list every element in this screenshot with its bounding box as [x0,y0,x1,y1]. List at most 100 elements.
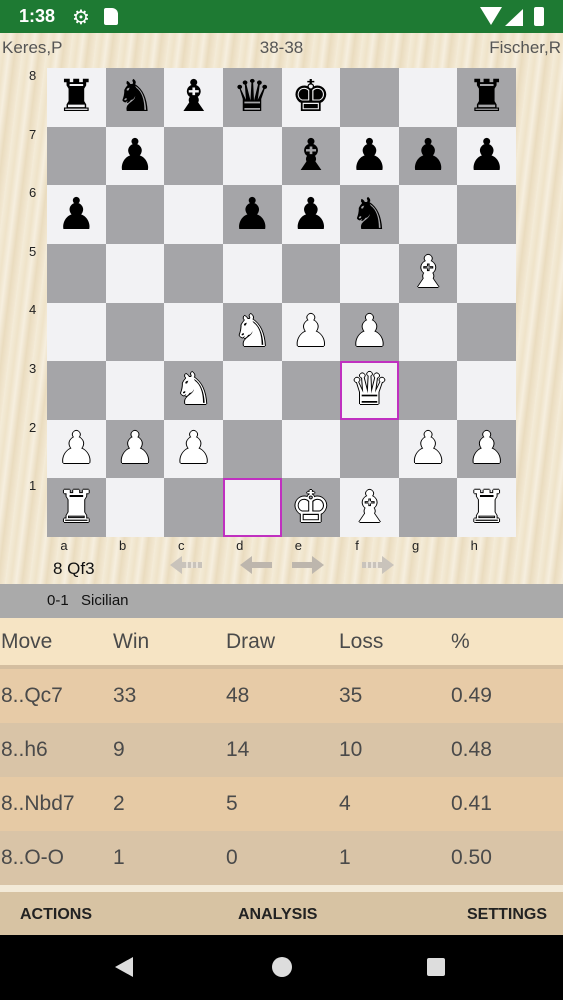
square-b8[interactable]: ♞ [105,68,165,127]
square-d4[interactable]: ♞ [222,302,282,362]
table-row[interactable]: 8..O-O 1 0 1 0.50 [0,831,563,885]
square-h2[interactable]: ♟ [457,419,516,479]
black-bishop-icon[interactable]: ♝ [174,75,213,119]
square-d8[interactable]: ♛ [222,68,282,127]
white-knight-icon[interactable]: ♞ [232,309,271,354]
square-a5[interactable] [47,243,106,303]
square-f5[interactable] [340,243,399,303]
white-bishop-icon[interactable]: ♝ [408,251,447,295]
black-rook-icon[interactable]: ♜ [467,75,506,119]
black-pawn-icon[interactable]: ♟ [232,192,271,237]
square-a3[interactable] [47,361,106,420]
black-pawn-icon[interactable]: ♟ [291,192,330,237]
square-g7[interactable]: ♟ [398,126,458,186]
square-c1[interactable] [164,478,223,537]
chess-board[interactable]: ♜ ♞ ♝ ♛ ♚ ♜ ♟ ♝ ♟ ♟ ♟ ♟ ♟ ♟ ♞ ♝ ♞ ♟ ♟ ♞ ♛ ♟ ♟ ♟ ♟ ♟ ♜ ♚ ♝ ♜ [47,68,516,537]
square-f4[interactable]: ♟ [340,302,399,362]
analysis-button[interactable]: ANALYSIS [238,906,317,924]
white-rook-icon[interactable]: ♜ [57,485,96,530]
black-pawn-icon[interactable]: ♟ [115,133,154,178]
recents-icon[interactable] [427,958,445,976]
square-h4[interactable] [457,302,516,362]
square-c4[interactable] [164,302,223,362]
black-rook-icon[interactable]: ♜ [57,75,96,119]
square-h8[interactable]: ♜ [457,68,516,127]
home-icon[interactable] [272,957,292,977]
square-g2[interactable]: ♟ [398,419,458,479]
white-pawn-icon[interactable]: ♟ [57,427,96,471]
white-pawn-icon[interactable]: ♟ [115,427,154,471]
square-f2[interactable] [340,419,399,479]
square-c2[interactable]: ♟ [164,419,223,479]
back-icon[interactable] [115,957,133,977]
square-e2[interactable] [281,419,341,479]
square-h1[interactable]: ♜ [457,478,516,537]
square-h5[interactable] [457,243,516,303]
square-a8[interactable]: ♜ [47,68,106,127]
white-pawn-icon[interactable]: ♟ [174,427,213,471]
square-e5[interactable] [281,243,341,303]
settings-button[interactable]: SETTINGS [467,906,547,924]
square-c5[interactable] [164,243,223,303]
square-f8[interactable] [340,68,399,127]
square-c8[interactable]: ♝ [164,68,223,127]
square-b5[interactable] [105,243,165,303]
white-pawn-icon[interactable]: ♟ [350,309,389,354]
square-d2[interactable] [222,419,282,479]
white-bishop-icon[interactable]: ♝ [350,485,389,530]
forward-arrow-icon[interactable] [290,553,326,577]
table-row[interactable]: 8..h6 9 14 10 0.48 [0,723,563,777]
square-g5[interactable]: ♝ [398,243,458,303]
square-g4[interactable] [398,302,458,362]
black-king-icon[interactable]: ♚ [291,75,330,119]
square-a4[interactable] [47,302,106,362]
square-b6[interactable] [105,185,165,244]
square-f1[interactable]: ♝ [340,478,399,537]
white-king-icon[interactable]: ♚ [291,485,330,530]
square-d5[interactable] [222,243,282,303]
black-pawn-icon[interactable]: ♟ [57,192,96,237]
square-b7[interactable]: ♟ [105,126,165,186]
square-g1[interactable] [398,478,458,537]
square-b1[interactable] [105,478,165,537]
square-g8[interactable] [398,68,458,127]
square-f7[interactable]: ♟ [340,126,399,186]
square-e4[interactable]: ♟ [281,302,341,362]
black-knight-icon[interactable]: ♞ [350,192,389,237]
white-queen-icon[interactable]: ♛ [350,368,389,412]
square-c3[interactable]: ♞ [164,361,223,420]
actions-button[interactable]: ACTIONS [20,906,92,924]
square-d1[interactable] [222,478,282,537]
square-e1[interactable]: ♚ [281,478,341,537]
black-queen-icon[interactable]: ♛ [232,75,271,119]
table-row[interactable]: 8..Qc7 33 48 35 0.49 [0,669,563,723]
white-knight-icon[interactable]: ♞ [174,368,213,412]
square-a6[interactable]: ♟ [47,185,106,244]
black-pawn-icon[interactable]: ♟ [467,133,506,178]
square-d7[interactable] [222,126,282,186]
square-b2[interactable]: ♟ [105,419,165,479]
white-rook-icon[interactable]: ♜ [467,485,506,530]
square-a2[interactable]: ♟ [47,419,106,479]
black-pawn-icon[interactable]: ♟ [408,133,447,178]
square-h6[interactable] [457,185,516,244]
square-f6[interactable]: ♞ [340,185,399,244]
square-c7[interactable] [164,126,223,186]
square-h3[interactable] [457,361,516,420]
last-move-icon[interactable] [360,553,396,577]
square-e8[interactable]: ♚ [281,68,341,127]
square-b4[interactable] [105,302,165,362]
square-h7[interactable]: ♟ [457,126,516,186]
square-a1[interactable]: ♜ [47,478,106,537]
square-e7[interactable]: ♝ [281,126,341,186]
square-f3[interactable]: ♛ [340,361,399,420]
white-pawn-icon[interactable]: ♟ [408,427,447,471]
white-pawn-icon[interactable]: ♟ [467,427,506,471]
square-b3[interactable] [105,361,165,420]
square-d6[interactable]: ♟ [222,185,282,244]
square-g6[interactable] [398,185,458,244]
first-move-icon[interactable] [168,553,204,577]
square-e6[interactable]: ♟ [281,185,341,244]
square-g3[interactable] [398,361,458,420]
back-arrow-icon[interactable] [238,553,274,577]
